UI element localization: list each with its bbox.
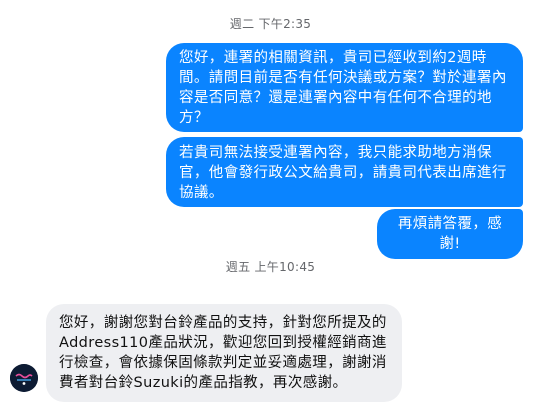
outgoing-message-2[interactable]: 若貴司無法接受連署內容，我只能求助地方消保官，他會發行政公文給貴司，請貴司代表出… [166, 137, 523, 207]
incoming-message-1[interactable]: 您好，謝謝您對台鈴產品的支持，針對您所提及的Address110產品狀況，歡迎您… [46, 304, 402, 402]
outgoing-message-1[interactable]: 您好，連署的相關資訊，貴司已經收到約2週時間。請問目前是否有任何決議或方案？對於… [166, 43, 523, 132]
timestamp-tuesday: 週二 下午2:35 [229, 17, 312, 31]
chat-thread: 週二 下午2:35 您好，連署的相關資訊，貴司已經收到約2週時間。請問目前是否有… [0, 0, 541, 407]
brand-logo-icon [10, 364, 38, 392]
sender-avatar-icon[interactable] [10, 364, 38, 392]
timestamp-friday: 週五 上午10:45 [225, 260, 316, 274]
outgoing-message-3[interactable]: 再煩請答覆，感謝! [377, 209, 523, 259]
